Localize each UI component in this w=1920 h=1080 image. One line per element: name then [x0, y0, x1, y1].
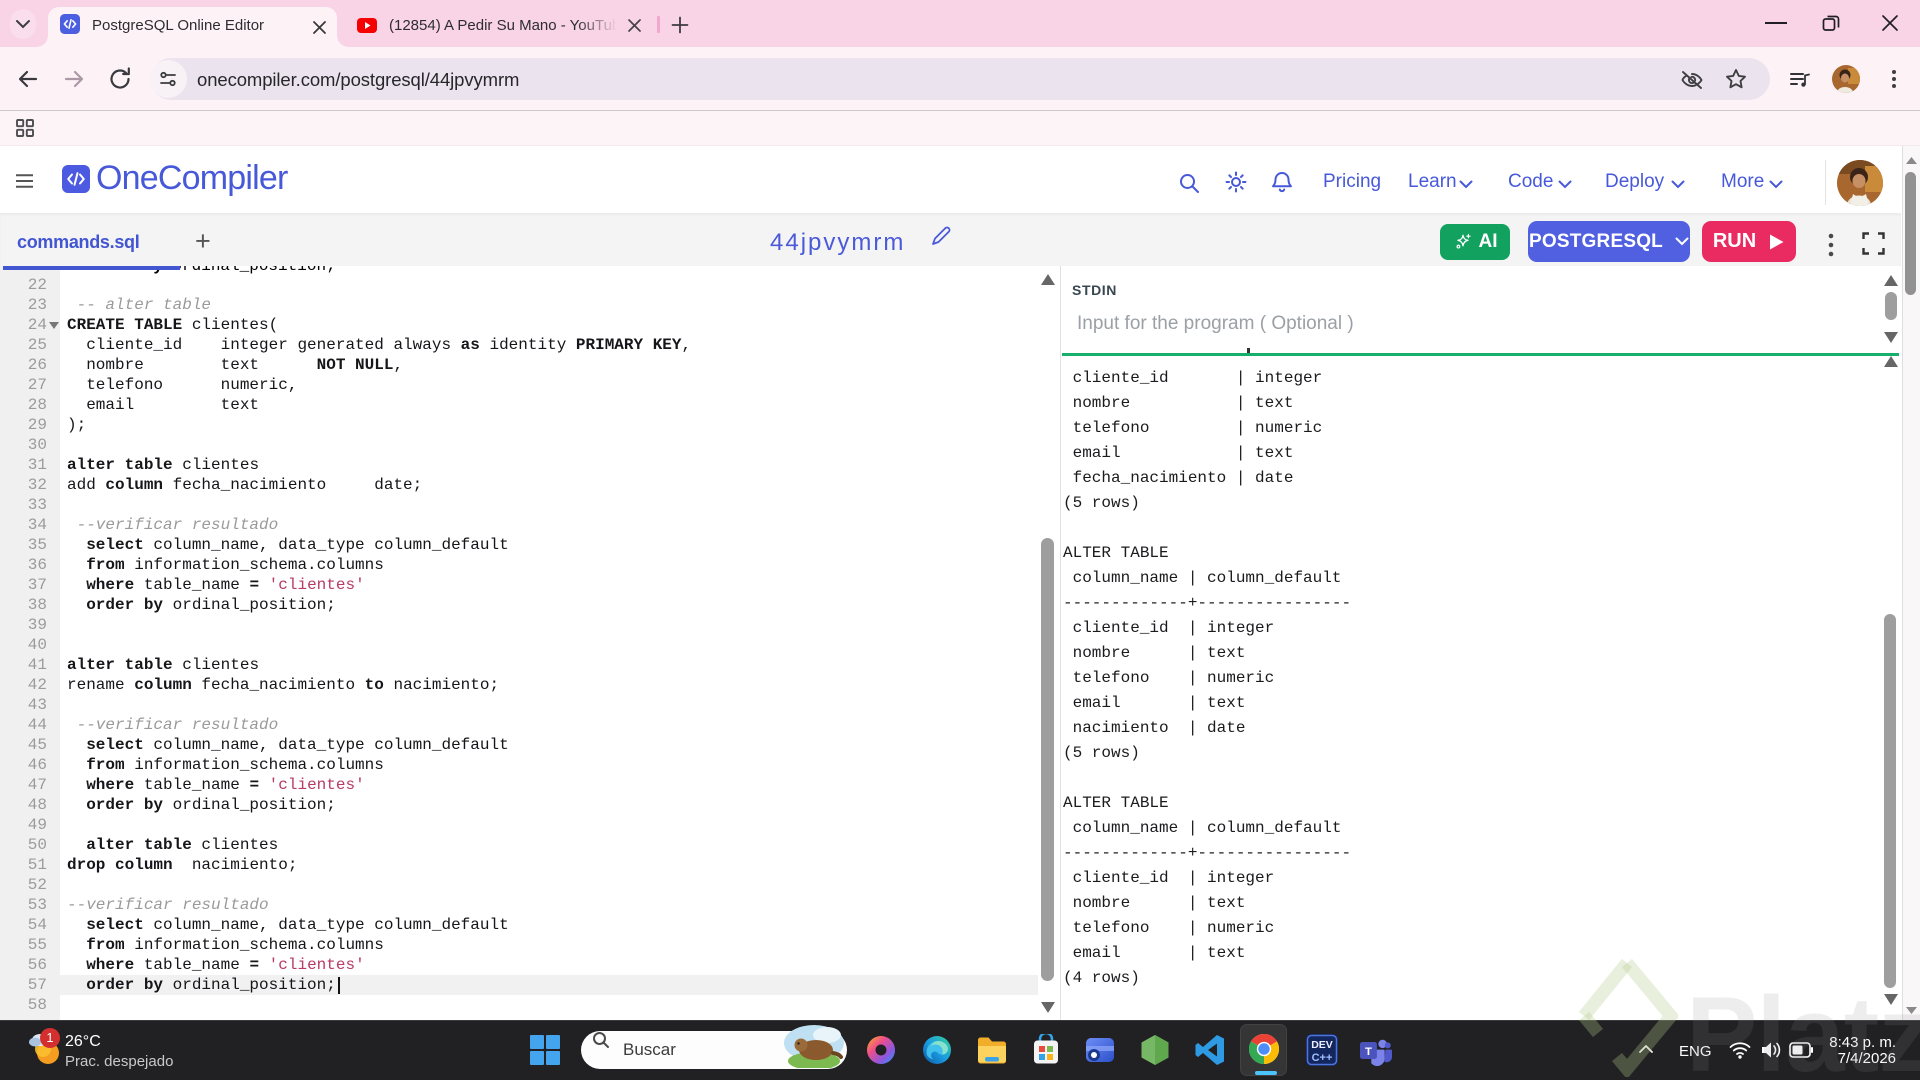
- svg-text:DEV: DEV: [1311, 1039, 1333, 1051]
- svg-text:T: T: [1365, 1046, 1372, 1058]
- svg-text:C++: C++: [1312, 1052, 1333, 1064]
